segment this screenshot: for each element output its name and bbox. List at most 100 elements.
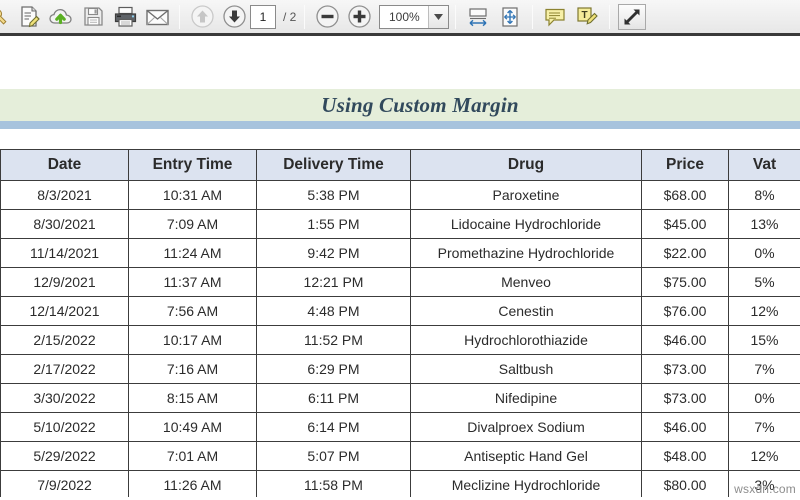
- cell-entry-time: 10:49 AM: [128, 412, 257, 442]
- column-header-delivery-time: Delivery Time: [256, 149, 411, 181]
- cell-delivery-time: 6:14 PM: [256, 412, 411, 442]
- cell-price: $68.00: [641, 180, 729, 210]
- cell-date: 12/14/2021: [0, 296, 129, 326]
- cell-date: 11/14/2021: [0, 238, 129, 268]
- cell-delivery-time: 1:55 PM: [256, 209, 411, 239]
- fit-page-icon[interactable]: [495, 2, 525, 32]
- spreadsheet-area: Date Entry Time Delivery Time Drug Price Vat …: [0, 149, 800, 497]
- zoom-level-combobox[interactable]: 100%: [379, 4, 450, 29]
- cell-entry-time: 11:24 AM: [128, 238, 257, 268]
- cell-vat: 5%: [728, 267, 800, 297]
- cell-price: $46.00: [641, 412, 729, 442]
- cell-vat: 15%: [728, 325, 800, 355]
- cell-entry-time: 7:56 AM: [128, 296, 257, 326]
- security-lock-icon[interactable]: [0, 2, 12, 32]
- cell-date: 12/9/2021: [0, 267, 129, 297]
- annotation-group: T: [539, 2, 603, 32]
- text-highlight-icon[interactable]: T: [572, 2, 602, 32]
- column-header-price: Price: [641, 149, 729, 181]
- table-row: 12/14/2021 7:56 AM 4:48 PM Cenestin $76.00 12…: [0, 296, 800, 326]
- cell-date: 8/30/2021: [0, 209, 129, 239]
- cell-drug: Divalproex Sodium: [410, 412, 642, 442]
- column-header-date: Date: [0, 149, 129, 181]
- pdf-viewer-toolbar: 1 / 2 100% T: [0, 0, 800, 36]
- cell-date: 3/30/2022: [0, 383, 129, 413]
- cell-price: $48.00: [641, 441, 729, 471]
- cell-delivery-time: 5:07 PM: [256, 441, 411, 471]
- toolbar-separator-2: [304, 4, 306, 29]
- cloud-upload-icon[interactable]: [46, 2, 76, 32]
- zoom-out-button[interactable]: [312, 2, 342, 32]
- toolbar-separator-4: [532, 4, 534, 29]
- cell-entry-time: 8:15 AM: [128, 383, 257, 413]
- cell-entry-time: 10:31 AM: [128, 180, 257, 210]
- cell-vat: 7%: [728, 412, 800, 442]
- cell-entry-time: 7:01 AM: [128, 441, 257, 471]
- fullscreen-icon[interactable]: [618, 3, 647, 30]
- table-row: 8/30/2021 7:09 AM 1:55 PM Lidocaine Hydroch…: [0, 209, 800, 239]
- cell-vat: 8%: [728, 180, 800, 210]
- zoom-level-value: 100%: [388, 9, 420, 24]
- print-icon[interactable]: [110, 2, 140, 32]
- current-page-value: 1: [259, 9, 267, 24]
- toolbar-separator-3: [455, 4, 457, 29]
- cell-price: $45.00: [641, 209, 729, 239]
- cell-vat: 0%: [728, 383, 800, 413]
- cell-vat: 13%: [728, 209, 800, 239]
- cell-delivery-time: 12:21 PM: [256, 267, 411, 297]
- save-icon[interactable]: [78, 2, 108, 32]
- cell-price: $73.00: [641, 383, 729, 413]
- cell-date: 7/9/2022: [0, 470, 129, 497]
- table-row: 12/9/2021 11:37 AM 12:21 PM Menveo $75.00 5%: [0, 267, 800, 297]
- cell-price: $76.00: [641, 296, 729, 326]
- cell-vat: 12%: [728, 441, 800, 471]
- previous-page-button[interactable]: [187, 2, 217, 32]
- cell-price: $75.00: [641, 267, 729, 297]
- total-pages-label: / 2: [283, 9, 297, 24]
- next-page-button[interactable]: [219, 2, 249, 32]
- zoom-in-button[interactable]: [344, 2, 374, 32]
- column-header-drug: Drug: [410, 149, 642, 181]
- cell-date: 5/10/2022: [0, 412, 129, 442]
- cell-delivery-time: 6:29 PM: [256, 354, 411, 384]
- cell-price: $80.00: [641, 470, 729, 497]
- cell-vat: 7%: [728, 354, 800, 384]
- cell-price: $22.00: [641, 238, 729, 268]
- chevron-down-icon[interactable]: [428, 5, 449, 28]
- cell-delivery-time: 5:38 PM: [256, 180, 411, 210]
- document-page: Using Custom Margin Date Entry Time Delive…: [0, 36, 800, 497]
- toolbar-separator-1: [179, 4, 180, 29]
- cell-delivery-time: 11:52 PM: [256, 325, 411, 355]
- cell-date: 2/15/2022: [0, 325, 129, 355]
- page-title: Using Custom Margin: [321, 92, 519, 117]
- table-body: 8/3/2021 10:31 AM 5:38 PM Paroxetine $68.00 8…: [0, 180, 800, 497]
- sticky-note-icon[interactable]: [540, 2, 570, 32]
- toolbar-separator-5: [609, 4, 611, 29]
- cell-vat: 3%: [728, 470, 800, 497]
- fit-width-icon[interactable]: [463, 2, 493, 32]
- cell-delivery-time: 11:58 PM: [256, 470, 411, 497]
- table-row: 2/17/2022 7:16 AM 6:29 PM Saltbush $73.00 7%: [0, 354, 800, 384]
- file-actions-group: [0, 2, 173, 32]
- current-page-input[interactable]: 1: [250, 4, 276, 29]
- svg-text:T: T: [582, 10, 588, 21]
- cell-drug: Promethazine Hydrochloride: [410, 238, 642, 268]
- cell-delivery-time: 6:11 PM: [256, 383, 411, 413]
- view-fit-group: [462, 2, 526, 32]
- cell-entry-time: 10:17 AM: [128, 325, 257, 355]
- cell-drug: Lidocaine Hydrochloride: [410, 209, 642, 239]
- table-row: 5/29/2022 7:01 AM 5:07 PM Antiseptic Hand G…: [0, 441, 800, 471]
- cell-drug: Saltbush: [410, 354, 642, 384]
- cell-date: 8/3/2021: [0, 180, 129, 210]
- column-header-entry-time: Entry Time: [128, 149, 257, 181]
- email-icon[interactable]: [142, 2, 172, 32]
- edit-document-icon[interactable]: [14, 2, 44, 32]
- table-row: 2/15/2022 10:17 AM 11:52 PM Hydrochlorothia…: [0, 325, 800, 355]
- cell-vat: 12%: [728, 296, 800, 326]
- cell-drug: Cenestin: [410, 296, 642, 326]
- zoom-group: 100%: [311, 2, 450, 32]
- cell-drug: Menveo: [410, 267, 642, 297]
- table-row: 5/10/2022 10:49 AM 6:14 PM Divalproex Sodiu…: [0, 412, 800, 442]
- cell-entry-time: 7:09 AM: [128, 209, 257, 239]
- cell-drug: Paroxetine: [410, 180, 642, 210]
